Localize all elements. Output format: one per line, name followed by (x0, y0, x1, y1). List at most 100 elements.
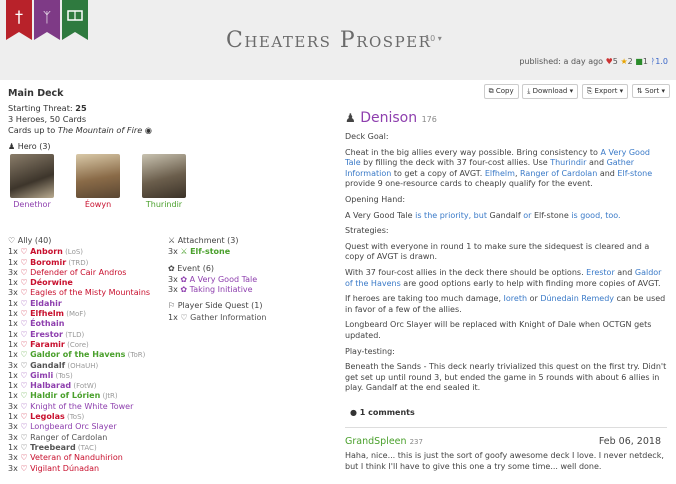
card-name[interactable]: Defender of Cair Andros (30, 268, 126, 277)
card-name[interactable]: Galdor of the Havens (30, 350, 125, 359)
eye-icon[interactable]: ◉ (145, 125, 152, 135)
hero-portrait[interactable] (10, 154, 54, 198)
hero-name[interactable]: Thurindir (142, 200, 186, 209)
card-row[interactable]: 3x ✿ A Very Good Tale (168, 275, 266, 285)
card-name[interactable]: Gimli (30, 371, 53, 380)
card-row[interactable]: 1x ♡ Gather Information (168, 313, 266, 323)
export-button[interactable]: ⎘ Export ▾ (581, 84, 629, 99)
card-name[interactable]: Boromir (30, 258, 66, 267)
side-quest-icon: ⚐ (168, 301, 176, 311)
card-name[interactable]: Elfhelm (30, 309, 64, 318)
comment-author[interactable]: GrandSpleen 237 (345, 436, 423, 447)
card-name[interactable]: Erestor (30, 330, 63, 339)
card-row[interactable]: 1x ♡ Déorwine (8, 278, 150, 288)
card-row[interactable]: 1x ♡ Elfhelm (MoF) (8, 309, 150, 319)
card-name[interactable]: Haldir of Lórien (30, 391, 100, 400)
card-row[interactable]: 1x ♡ Faramir (Core) (8, 340, 150, 350)
card-row[interactable]: 1x ♡ Anborn (LoS) (8, 247, 150, 257)
hero-name[interactable]: Éowyn (76, 200, 120, 209)
card-row[interactable]: 1x ♡ Galdor of the Havens (ToR) (8, 350, 150, 360)
hero-card-denethor[interactable]: Denethor (10, 154, 54, 209)
version-number: 1.0 (655, 57, 668, 66)
card-name[interactable]: Eldahir (30, 299, 62, 308)
ally-header-label: Ally (40) (17, 236, 52, 245)
card-name[interactable]: Ranger of Cardolan (30, 433, 107, 442)
hero-card-eowyn[interactable]: Éowyn (76, 154, 120, 209)
author-name[interactable]: Denison (360, 110, 417, 126)
card-row[interactable]: 1x ♡ Gimli (ToS) (8, 371, 150, 381)
card-link[interactable]: is the priority, but (413, 211, 490, 220)
card-link[interactable]: or (521, 211, 534, 220)
sort-button[interactable]: ⇅ Sort ▾ (631, 84, 670, 98)
card-link[interactable]: Elfhelm (485, 169, 515, 178)
card-link[interactable]: Elf-stone (617, 169, 652, 178)
card-name[interactable]: Knight of the White Tower (30, 402, 133, 411)
card-name[interactable]: Taking Initiative (190, 285, 253, 294)
hero-card-thurindir[interactable]: Thurindir (142, 154, 186, 209)
card-name[interactable]: Legolas (30, 412, 65, 421)
card-row[interactable]: 3x ♡ Gandalf (OHaUH) (8, 361, 150, 371)
card-name[interactable]: Eagles of the Misty Mountains (30, 288, 150, 297)
hero-portrait[interactable] (76, 154, 120, 198)
card-name[interactable]: Halbarad (30, 381, 71, 390)
deck-title: Cheaters Prosper (226, 28, 432, 53)
card-link[interactable]: Thurindir (550, 158, 586, 167)
side-quest-header-label: Player Side Quest (1) (177, 301, 263, 311)
download-button[interactable]: ⤓ Download ▾ (522, 84, 579, 99)
heart-icon[interactable]: ♥ (606, 57, 613, 66)
card-row[interactable]: 1x ♡ Haldir of Lórien (JtR) (8, 391, 150, 401)
comment-author-name[interactable]: GrandSpleen (345, 436, 407, 447)
card-name[interactable]: Faramir (30, 340, 65, 349)
text-segment: and (597, 168, 618, 178)
card-name[interactable]: Veteran of Nanduhirion (30, 453, 123, 462)
author-line: ♟ Denison 176 (345, 110, 437, 126)
card-link[interactable]: is good, too. (569, 211, 620, 220)
card-name[interactable]: Vigilant Dúnadan (30, 464, 99, 473)
card-type-icon: ♡ (177, 312, 191, 322)
card-row[interactable]: 1x ♡ Éothain (8, 319, 150, 329)
card-row[interactable]: 3x ♡ Longbeard Orc Slayer (8, 422, 150, 432)
card-row[interactable]: 3x ♡ Ranger of Cardolan (8, 433, 150, 443)
card-row[interactable]: 3x ✿ Taking Initiative (168, 285, 266, 295)
card-link[interactable]: Dúnedain Remedy (540, 294, 614, 303)
card-row[interactable]: 1x ♡ Legolas (ToS) (8, 412, 150, 422)
card-link[interactable]: Erestor (586, 268, 615, 277)
card-name[interactable]: Longbeard Orc Slayer (30, 422, 117, 431)
card-name[interactable]: Gather Information (190, 313, 266, 322)
card-row[interactable]: 1x ♡ Erestor (TLD) (8, 330, 150, 340)
card-name[interactable]: Treebeard (30, 443, 76, 452)
card-name[interactable]: Déorwine (30, 278, 73, 287)
leadership-banner[interactable]: † (6, 0, 32, 40)
card-row[interactable]: 3x ⚔ Elf-stone (168, 247, 266, 257)
comment-icon[interactable]: ■ (635, 57, 643, 66)
spirit-banner[interactable]: ᛉ (34, 0, 60, 40)
card-row[interactable]: 1x ♡ Boromir (TRD) (8, 258, 150, 268)
card-row[interactable]: 3x ♡ Knight of the White Tower (8, 402, 150, 412)
card-row[interactable]: 1x ♡ Eldahir (8, 299, 150, 309)
star-icon[interactable]: ★ (620, 57, 627, 66)
lore-banner[interactable] (62, 0, 88, 40)
card-type-icon: ♡ (17, 298, 31, 308)
card-name[interactable]: Éothain (30, 319, 64, 328)
card-name[interactable]: Elf-stone (190, 247, 230, 256)
card-name[interactable]: Gandalf (30, 361, 65, 370)
card-row[interactable]: 3x ♡ Defender of Cair Andros (8, 268, 150, 278)
playtest-label: Play-testing: (345, 346, 395, 356)
card-row[interactable]: 1x ♡ Treebeard (TAC) (8, 443, 150, 453)
goal-text: Cheat in the big allies every way possib… (345, 148, 667, 190)
version-dropdown[interactable]: 10 ▾ (425, 34, 442, 43)
copy-button[interactable]: ⧉ Copy (483, 84, 519, 99)
card-row[interactable]: 3x ♡ Eagles of the Misty Mountains (8, 288, 150, 298)
hero-name[interactable]: Denethor (10, 200, 54, 209)
card-quantity: 1x (8, 381, 18, 391)
card-link[interactable]: Ioreth (504, 294, 528, 303)
card-name[interactable]: A Very Good Tale (190, 275, 258, 284)
card-name[interactable]: Anborn (30, 247, 63, 256)
card-row[interactable]: 3x ♡ Veteran of Nanduhirion (8, 453, 150, 463)
card-quantity: 1x (8, 247, 18, 257)
card-type-icon: ♡ (17, 453, 31, 463)
card-row[interactable]: 3x ♡ Vigilant Dúnadan (8, 464, 150, 474)
card-row[interactable]: 1x ♡ Halbarad (FotW) (8, 381, 150, 391)
card-link[interactable]: Ranger of Cardolan (520, 169, 597, 178)
hero-portrait[interactable] (142, 154, 186, 198)
